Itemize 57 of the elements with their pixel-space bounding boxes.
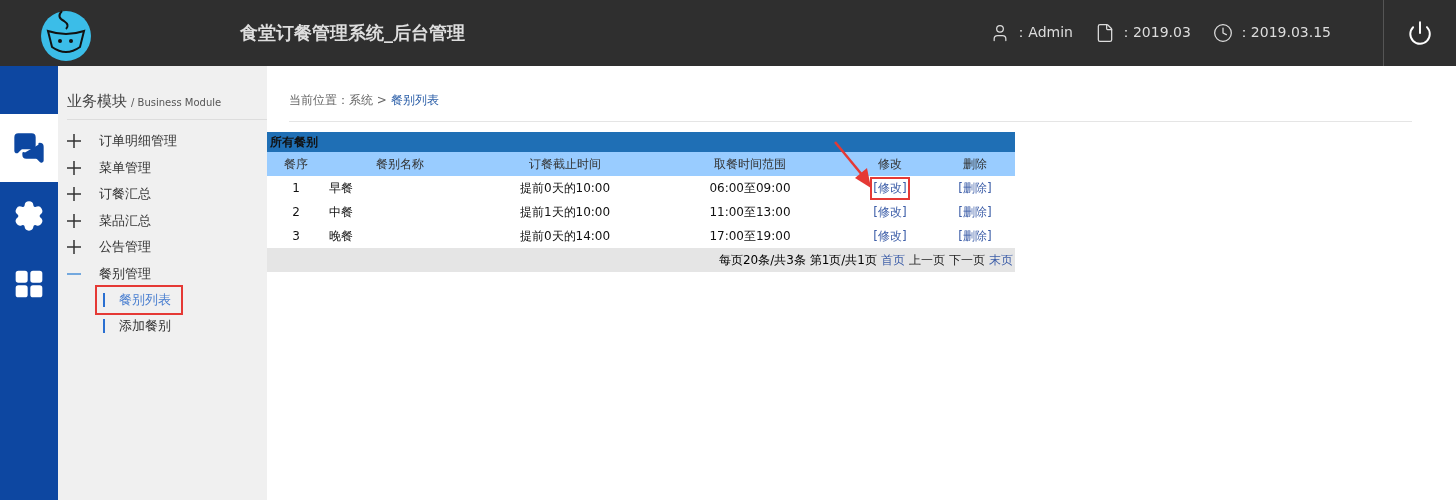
power-icon[interactable]: [1407, 20, 1433, 46]
menu-item[interactable]: 菜品汇总: [99, 211, 151, 230]
column-header: 订餐截止时间: [528, 155, 602, 173]
delete-link[interactable]: [删除]: [957, 178, 993, 198]
column-header: 取餐时间范围: [713, 155, 787, 173]
table-cell-text: 提前1天的10:00: [518, 203, 612, 221]
user-name: ：Admin: [1014, 24, 1073, 42]
column-header: 餐别名称: [375, 155, 425, 173]
table-cell-text: 提前0天的10:00: [518, 179, 612, 197]
submenu-item[interactable]: 添加餐别: [97, 313, 181, 339]
settings-icon: [13, 200, 45, 232]
plus-icon[interactable]: [67, 187, 81, 202]
pager-link[interactable]: 上一页: [909, 251, 945, 269]
table-cell-text: 3: [291, 229, 301, 243]
table-cell-text: 提前0天的14:00: [518, 227, 612, 245]
plus-icon[interactable]: [67, 160, 81, 175]
table-cell-text: 晚餐: [328, 227, 354, 245]
delete-link[interactable]: [删除]: [957, 202, 993, 222]
sidebar-title: 业务模块: [67, 92, 127, 111]
table-cell-text: 11:00至13:00: [708, 203, 792, 221]
delete-link[interactable]: [删除]: [957, 226, 993, 246]
menu-item[interactable]: 订餐汇总: [99, 185, 151, 204]
clock-icon: [1212, 23, 1233, 43]
table-cell-text: 2: [291, 205, 301, 219]
month-text: ：2019.03: [1118, 24, 1191, 42]
plus-icon[interactable]: [67, 213, 81, 228]
table-cell-text: 1: [291, 181, 301, 195]
date-text: ：2019.03.15: [1236, 24, 1331, 42]
app-title: 食堂订餐管理系统_后台管理: [240, 21, 466, 45]
grid-icon: [13, 268, 45, 300]
submenu-item[interactable]: 餐别列表: [97, 287, 181, 313]
table-cell-text: 06:00至09:00: [708, 179, 792, 197]
edit-link[interactable]: [修改]: [872, 178, 908, 198]
column-header: 删除: [962, 155, 988, 173]
breadcrumb-path: 当前位置：系统 >: [289, 92, 387, 109]
pager-summary: 每页20条/共3条 第1页/共1页: [718, 251, 877, 269]
column-header: 餐序: [283, 155, 309, 173]
plus-icon[interactable]: [67, 134, 81, 149]
edit-link[interactable]: [修改]: [872, 226, 908, 246]
chat-icon: [13, 132, 45, 164]
pager-link[interactable]: 下一页: [949, 251, 985, 269]
table-cell-text: 早餐: [328, 179, 354, 197]
table-caption: 所有餐别: [267, 132, 1015, 152]
sidebar-subtitle: / Business Module: [131, 97, 222, 108]
plus-icon[interactable]: [67, 240, 81, 255]
table-cell-text: 中餐: [328, 203, 354, 221]
menu-item[interactable]: 订单明细管理: [99, 132, 177, 151]
pager-link[interactable]: 首页: [881, 251, 905, 269]
pager-link[interactable]: 末页: [989, 251, 1013, 269]
pointer-arrow: [834, 141, 871, 188]
breadcrumb-current: 餐别列表: [390, 92, 439, 109]
menu-item[interactable]: 餐别管理: [99, 264, 151, 283]
edit-link[interactable]: [修改]: [872, 202, 908, 222]
menu-item[interactable]: 菜单管理: [99, 158, 151, 177]
column-header: 修改: [877, 155, 903, 173]
table-cell-text: 17:00至19:00: [708, 227, 792, 245]
menu-item[interactable]: 公告管理: [99, 238, 151, 257]
